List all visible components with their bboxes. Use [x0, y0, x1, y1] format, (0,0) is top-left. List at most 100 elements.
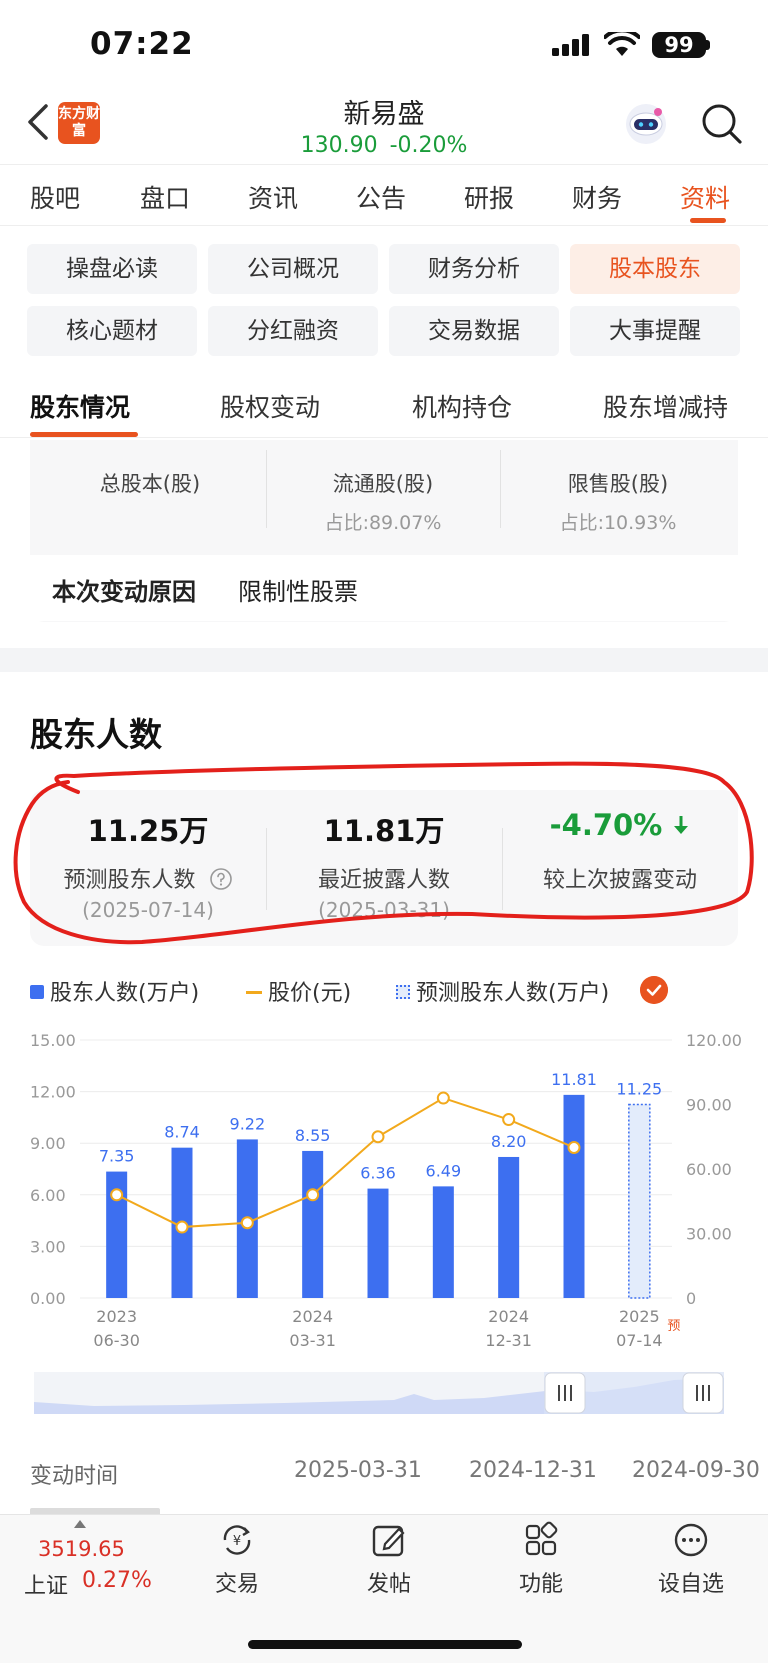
- sub-button-share-capital[interactable]: 股本股东: [570, 244, 740, 294]
- tab-announcements[interactable]: 公告: [356, 179, 406, 215]
- section-title: 股东人数: [30, 715, 162, 754]
- bar: [367, 1188, 389, 1298]
- price-point: [306, 1188, 320, 1202]
- right-axis-tick: 120.00: [686, 1031, 742, 1050]
- latest-holders-label: 最近披露人数: [317, 868, 450, 893]
- section-gap: [0, 648, 768, 672]
- nav-functions[interactable]: 功能: [486, 1520, 596, 1598]
- search-icon[interactable]: [700, 102, 744, 146]
- change-date-2: 2024-12-31: [469, 1458, 597, 1483]
- left-axis-tick: 6.00: [30, 1186, 66, 1205]
- index-change[interactable]: 0.27%: [82, 1568, 152, 1593]
- active-tab-indicator: [690, 218, 726, 223]
- tab-profile[interactable]: 资料: [680, 179, 730, 215]
- sub-button-financial-analysis[interactable]: 财务分析: [389, 244, 559, 294]
- price-point: [502, 1113, 516, 1127]
- left-axis-tick: 3.00: [30, 1237, 66, 1256]
- index-expand-icon[interactable]: [74, 1520, 86, 1528]
- trade-icon: ¥: [223, 1525, 251, 1555]
- scroller-left-handle[interactable]: [544, 1372, 586, 1414]
- sub-button-company-overview[interactable]: 公司概况: [208, 244, 378, 294]
- change-time-label: 变动时间: [30, 1464, 119, 1489]
- sub-button-events[interactable]: 大事提醒: [570, 306, 740, 356]
- forecast-value-label: 11.25: [616, 1080, 662, 1099]
- sub-button-must-read[interactable]: 操盘必读: [27, 244, 197, 294]
- legend-forecast[interactable]: 预测股东人数(万户): [396, 975, 609, 1007]
- tab-guba[interactable]: 股吧: [30, 179, 80, 215]
- x-axis-year: 2025: [619, 1307, 660, 1326]
- bar-value-label: 6.49: [426, 1161, 462, 1180]
- scroller-right-handle[interactable]: [682, 1372, 724, 1414]
- index-name[interactable]: 上证: [24, 1568, 68, 1600]
- legend-price-label: 股价(元): [268, 981, 352, 1006]
- holders-change-value: -4.70%: [502, 808, 738, 842]
- tab-research[interactable]: 研报: [464, 179, 514, 215]
- apps-grid-icon: [525, 1521, 558, 1556]
- status-time: 07:22: [90, 26, 194, 62]
- nav-trade-label: 交易: [214, 1572, 259, 1597]
- right-axis-tick: 0: [686, 1289, 696, 1308]
- right-axis-tick: 90.00: [686, 1096, 732, 1115]
- change-date-1: 2025-03-31: [294, 1458, 422, 1483]
- tab-pankou[interactable]: 盘口: [140, 179, 190, 215]
- ai-assistant-robot-icon[interactable]: [622, 100, 670, 148]
- cellular-signal-icon: [552, 34, 589, 56]
- tab-holding-changes[interactable]: 股东增减持: [603, 388, 728, 424]
- forecast-bar: [628, 1103, 651, 1299]
- divider: [266, 450, 267, 528]
- holders-chart: 15.00 12.00 9.00 6.00 3.00 0.00 120.00 90.00 60.…: [30, 1031, 742, 1350]
- restricted-shares-label: 限售股(股): [567, 472, 669, 496]
- total-shares-label: 总股本(股): [99, 472, 201, 496]
- index-value[interactable]: 3519.65: [38, 1537, 125, 1561]
- nav-trade[interactable]: ¥ 交易: [182, 1520, 292, 1598]
- change-reason-label: 本次变动原因: [52, 578, 196, 606]
- x-axis-date: 06-30: [93, 1331, 140, 1350]
- right-axis-tick: 30.00: [686, 1225, 732, 1244]
- forecast-toggle-check-icon[interactable]: [640, 976, 668, 1004]
- left-axis-tick: 12.00: [30, 1083, 76, 1102]
- latest-holders-date: (2025-03-31): [318, 898, 450, 922]
- bar-value-label: 9.22: [230, 1114, 266, 1133]
- tab-finance[interactable]: 财务: [572, 179, 622, 215]
- left-axis-tick: 0.00: [30, 1289, 66, 1308]
- wifi-icon: [604, 32, 640, 56]
- price-point: [110, 1188, 124, 1202]
- legend-holders[interactable]: 股东人数(万户): [30, 975, 199, 1007]
- latest-holders-value: 11.81万: [323, 814, 445, 848]
- forecast-holders-value: 11.25万: [87, 814, 209, 848]
- sub-button-dividends[interactable]: 分红融资: [208, 306, 378, 356]
- price-point: [567, 1141, 581, 1154]
- divider: [0, 437, 768, 438]
- nav-post-label: 发帖: [366, 1572, 411, 1597]
- bar-value-label: 8.55: [295, 1126, 331, 1145]
- price-point: [175, 1220, 189, 1234]
- bar: [432, 1186, 454, 1298]
- nav-watchlist[interactable]: 设自选: [636, 1520, 746, 1598]
- holders-change-text: -4.70%: [549, 808, 663, 842]
- tab-equity-changes[interactable]: 股权变动: [220, 388, 320, 424]
- legend-price[interactable]: 股价(元): [246, 975, 351, 1007]
- forecast-tag: 预: [667, 1319, 680, 1334]
- tab-news[interactable]: 资讯: [248, 179, 298, 215]
- bar-value-label: 8.74: [164, 1123, 200, 1142]
- chart-range-scroller[interactable]: [34, 1372, 724, 1414]
- forecast-holders-date: (2025-07-14): [82, 898, 214, 922]
- sub-button-trading-data[interactable]: 交易数据: [389, 306, 559, 356]
- nav-post[interactable]: 发帖: [334, 1520, 444, 1598]
- bar: [498, 1156, 520, 1298]
- bar-value-label: 6.36: [360, 1164, 396, 1183]
- tab-institutional-holdings[interactable]: 机构持仓: [412, 388, 512, 424]
- help-question-icon[interactable]: [209, 867, 233, 891]
- sub-button-core-themes[interactable]: 核心题材: [27, 306, 197, 356]
- partial-table-row: [30, 1502, 768, 1514]
- divider: [502, 828, 503, 910]
- holders-change-label: 较上次披露变动: [542, 868, 697, 893]
- legend-forecast-label: 预测股东人数(万户): [416, 981, 610, 1006]
- change-date-3: 2024-09-30: [632, 1458, 760, 1483]
- left-axis-tick: 9.00: [30, 1134, 66, 1153]
- divider: [266, 828, 267, 910]
- tab-shareholders[interactable]: 股东情况: [30, 388, 130, 424]
- float-shares-ratio: 占比:89.07%: [324, 512, 442, 534]
- battery-indicator: 99: [652, 32, 706, 58]
- stock-change-pct: -0.20%: [389, 133, 468, 158]
